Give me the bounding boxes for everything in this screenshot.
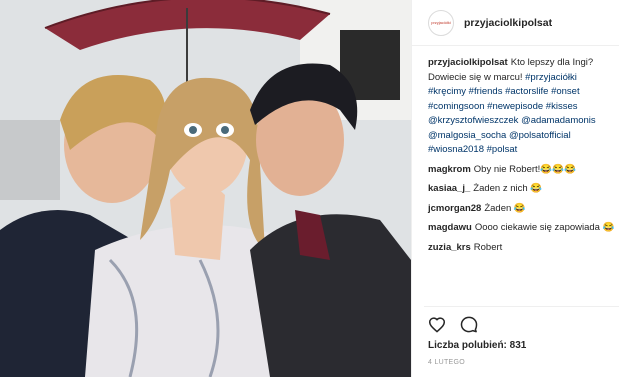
comments-section: przyjaciolkipolsat Kto lepszy dla Ingi? D… xyxy=(412,46,619,255)
hashtag[interactable]: #onset xyxy=(551,86,580,97)
mention[interactable]: @adamadamonis xyxy=(521,115,596,126)
likes-count[interactable]: Liczba polubień: 831 xyxy=(428,340,526,351)
mention[interactable]: @malgosia_socha xyxy=(428,130,506,141)
hashtag[interactable]: #polsat xyxy=(487,144,518,155)
comment: zuzia_krs Robert xyxy=(428,241,609,256)
comment: jcmorgan28 Żaden 😂 xyxy=(428,202,609,217)
mention[interactable]: @krzysztofwieszczek xyxy=(428,115,518,126)
comment-text: Żaden z nich 😂 xyxy=(473,183,543,194)
post-header: przyjaciółki przyjaciolkipolsat xyxy=(412,0,619,46)
comment-username[interactable]: kasiaa_j_ xyxy=(428,183,470,194)
comment-username[interactable]: magkrom xyxy=(428,164,471,175)
instagram-post: przyjaciółki przyjaciolkipolsat przyjaci… xyxy=(0,0,619,377)
hashtag[interactable]: #actorslife xyxy=(505,86,548,97)
hashtag[interactable]: #comingsoon xyxy=(428,101,485,112)
photo-illustration xyxy=(0,0,411,377)
caption-username[interactable]: przyjaciolkipolsat xyxy=(428,57,508,68)
comment: kasiaa_j_ Żaden z nich 😂 xyxy=(428,182,609,197)
mention[interactable]: @polsatofficial xyxy=(509,130,571,141)
actions-divider xyxy=(424,306,619,307)
comment-username[interactable]: zuzia_krs xyxy=(428,242,471,253)
hashtag[interactable]: #wiosna2018 xyxy=(428,144,484,155)
post-date[interactable]: 4 LUTEGO xyxy=(428,359,465,366)
comment: magkrom Oby nie Robert!😂😂😂 xyxy=(428,163,609,178)
hashtag[interactable]: #przyjaciółki xyxy=(525,72,577,83)
post-caption: przyjaciolkipolsat Kto lepszy dla Ingi? D… xyxy=(428,56,609,158)
avatar[interactable]: przyjaciółki xyxy=(428,9,454,36)
hashtag[interactable]: #friends xyxy=(469,86,503,97)
comment-text: Robert xyxy=(473,241,503,253)
comment-icon[interactable] xyxy=(460,316,478,333)
avatar-logo-text: przyjaciółki xyxy=(431,20,451,25)
header-username[interactable]: przyjaciolkipolsat xyxy=(464,17,552,29)
comment-username[interactable]: jcmorgan28 xyxy=(428,203,481,214)
action-bar xyxy=(428,316,478,333)
hashtag[interactable]: #newepisode xyxy=(487,101,543,112)
comment: magdawu Oooo ciekawie się zapowiada 😂 xyxy=(428,221,614,236)
comment-username[interactable]: magdawu xyxy=(428,222,472,233)
comment-text: Żaden 😂 xyxy=(484,202,526,214)
post-sidebar: przyjaciółki przyjaciolkipolsat przyjaci… xyxy=(411,0,619,377)
comment-text: Oooo ciekawie się zapowiada 😂 xyxy=(474,222,615,233)
heart-icon[interactable] xyxy=(428,316,446,333)
post-photo[interactable] xyxy=(0,0,411,377)
hashtag[interactable]: #kręcimy xyxy=(428,86,466,97)
comment-text: Oby nie Robert!😂😂😂 xyxy=(473,163,576,175)
hashtag[interactable]: #kisses xyxy=(546,101,578,112)
